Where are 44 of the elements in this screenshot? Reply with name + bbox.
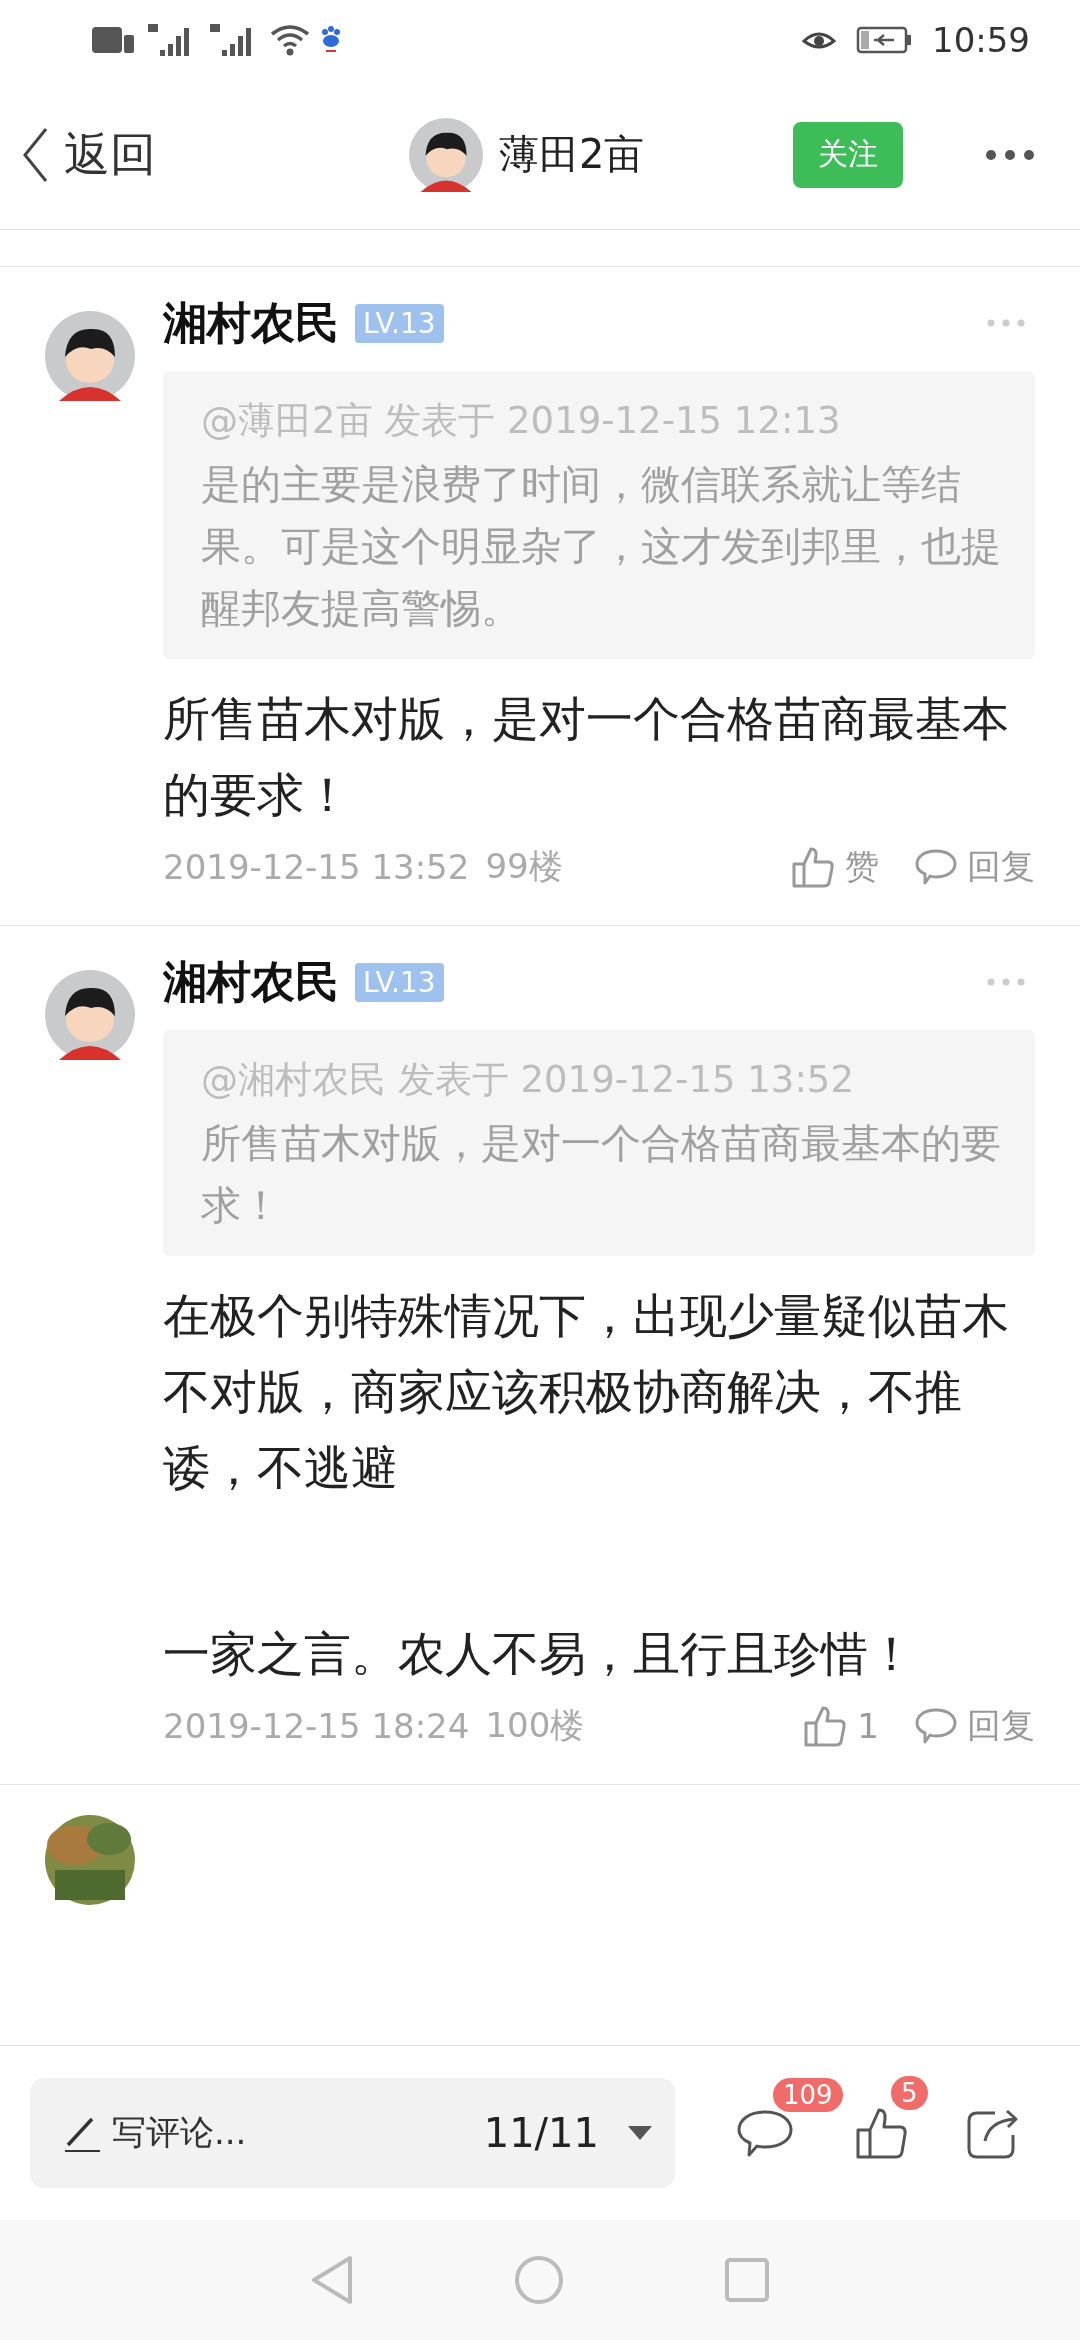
- quote-meta: @湘村农民 发表于 2019-12-15 13:52: [201, 1057, 855, 1103]
- avatar-icon: [45, 970, 135, 1060]
- comment-icon[interactable]: [737, 2108, 793, 2158]
- page-indicator: 11/11: [483, 2110, 599, 2156]
- quote-text: 是的主要是浪费了时间，微信联系就让等结果。可是这个明显杂了，这才发到邦里，也提醒邦友提高警惕。: [201, 460, 1002, 633]
- floor-number: 99楼: [485, 845, 563, 888]
- author-name: 湘村农民: [163, 954, 339, 1009]
- reply-button[interactable]: 回复: [915, 1703, 1035, 1749]
- wifi-icon: [270, 24, 310, 56]
- dropdown-caret-icon[interactable]: [627, 2125, 653, 2141]
- hd-icon: [92, 25, 136, 55]
- count-badge: 5: [891, 2076, 928, 2110]
- floor-number: 100楼: [485, 1704, 585, 1747]
- back-chevron-icon: [22, 126, 48, 183]
- like-button[interactable]: 1: [803, 1705, 879, 1747]
- user-name: 薄田2亩: [499, 130, 645, 179]
- more-icon[interactable]: [985, 148, 1035, 161]
- quote-meta: @薄田2亩 发表于 2019-12-15 12:13: [201, 398, 842, 444]
- like-button[interactable]: 赞: [791, 844, 879, 890]
- battery-icon: [856, 26, 912, 54]
- quote-text: 所售苗木对版，是对一个合格苗商最基本的要求！: [201, 1119, 1002, 1230]
- thumbs-up-icon: [791, 846, 835, 888]
- level-badge: LV.13: [355, 303, 444, 343]
- clock-time: 10:59: [932, 20, 1030, 60]
- thumbs-up-icon[interactable]: [855, 2106, 909, 2160]
- avatar-icon: [409, 117, 483, 192]
- comment-placeholder: 写评论...: [112, 2111, 247, 2154]
- comment-text: 所售苗木对版，是对一个合格苗商最基本的要求！: [163, 690, 1010, 824]
- level-badge: LV.13: [355, 962, 444, 1002]
- speech-bubble-icon: [915, 848, 957, 886]
- avatar-icon: [45, 311, 135, 401]
- post-date: 2019-12-15 13:52: [163, 847, 470, 887]
- comment-text: 在极个别特殊情况下，出现少量疑似苗木不对版，商家应该积极协商解决，不推诿，不逃避: [163, 1287, 1010, 1497]
- back-button[interactable]: 返回: [22, 123, 156, 186]
- reply-button[interactable]: 回复: [915, 844, 1035, 890]
- paw-icon: [320, 26, 342, 54]
- author-name: 湘村农民: [163, 295, 339, 350]
- comment-text: 一家之言。农人不易，且行且珍惜！: [163, 1625, 916, 1683]
- follow-button[interactable]: 关注: [793, 121, 903, 188]
- comment-field[interactable]: 写评论... 11/11: [30, 2078, 675, 2188]
- speech-bubble-icon: [915, 1707, 957, 1745]
- thumbs-up-icon: [803, 1705, 848, 1747]
- count-badge: 109: [773, 2078, 843, 2112]
- post-date: 2019-12-15 18:24: [163, 1706, 470, 1746]
